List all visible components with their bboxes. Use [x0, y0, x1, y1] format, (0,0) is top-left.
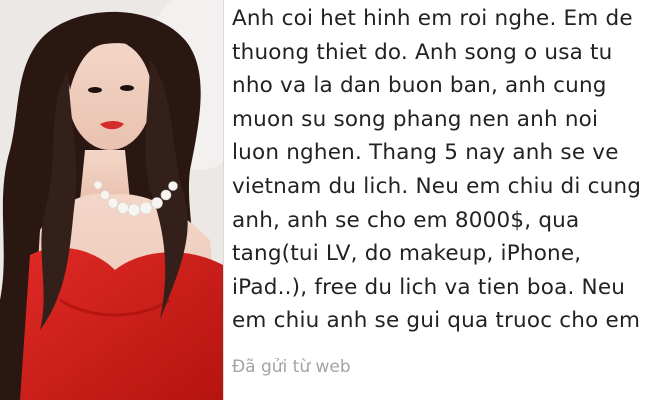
- message-line: Anh coi het hinh em roi nghe. Em de: [232, 6, 633, 31]
- message-line: vietnam du lich. Neu em chiu di cung: [232, 173, 642, 199]
- woman-in-red-dress-image: [0, 0, 223, 400]
- message-line: luon nghen. Thang 5 nay anh se ve: [232, 140, 619, 166]
- message-line: em chiu anh se gui qua truoc cho em: [232, 308, 641, 334]
- message-line: thuong thiet do. Anh song o usa tu: [232, 39, 613, 65]
- message-line: muon su song phang nen anh noi: [232, 106, 599, 132]
- message-line: tang(tui LV, do makeup, iPhone,: [232, 241, 582, 267]
- profile-photo: [0, 0, 223, 400]
- message-line: anh, anh se cho em 8000$, qua: [232, 207, 580, 233]
- screenshot-collage: Anh coi het hinh em roi nghe. Em de thuo…: [0, 0, 660, 400]
- sent-from-label: Đã gửi từ web: [232, 357, 351, 377]
- message-line: iPad..), free du lich va tien boa. Neu: [232, 274, 626, 300]
- message-line: nho va la dan buon ban, anh cung: [232, 73, 607, 99]
- message-text: Anh coi het hinh em roi nghe. Em de thuo…: [232, 2, 658, 338]
- chat-message-panel: Anh coi het hinh em roi nghe. Em de thuo…: [223, 0, 660, 400]
